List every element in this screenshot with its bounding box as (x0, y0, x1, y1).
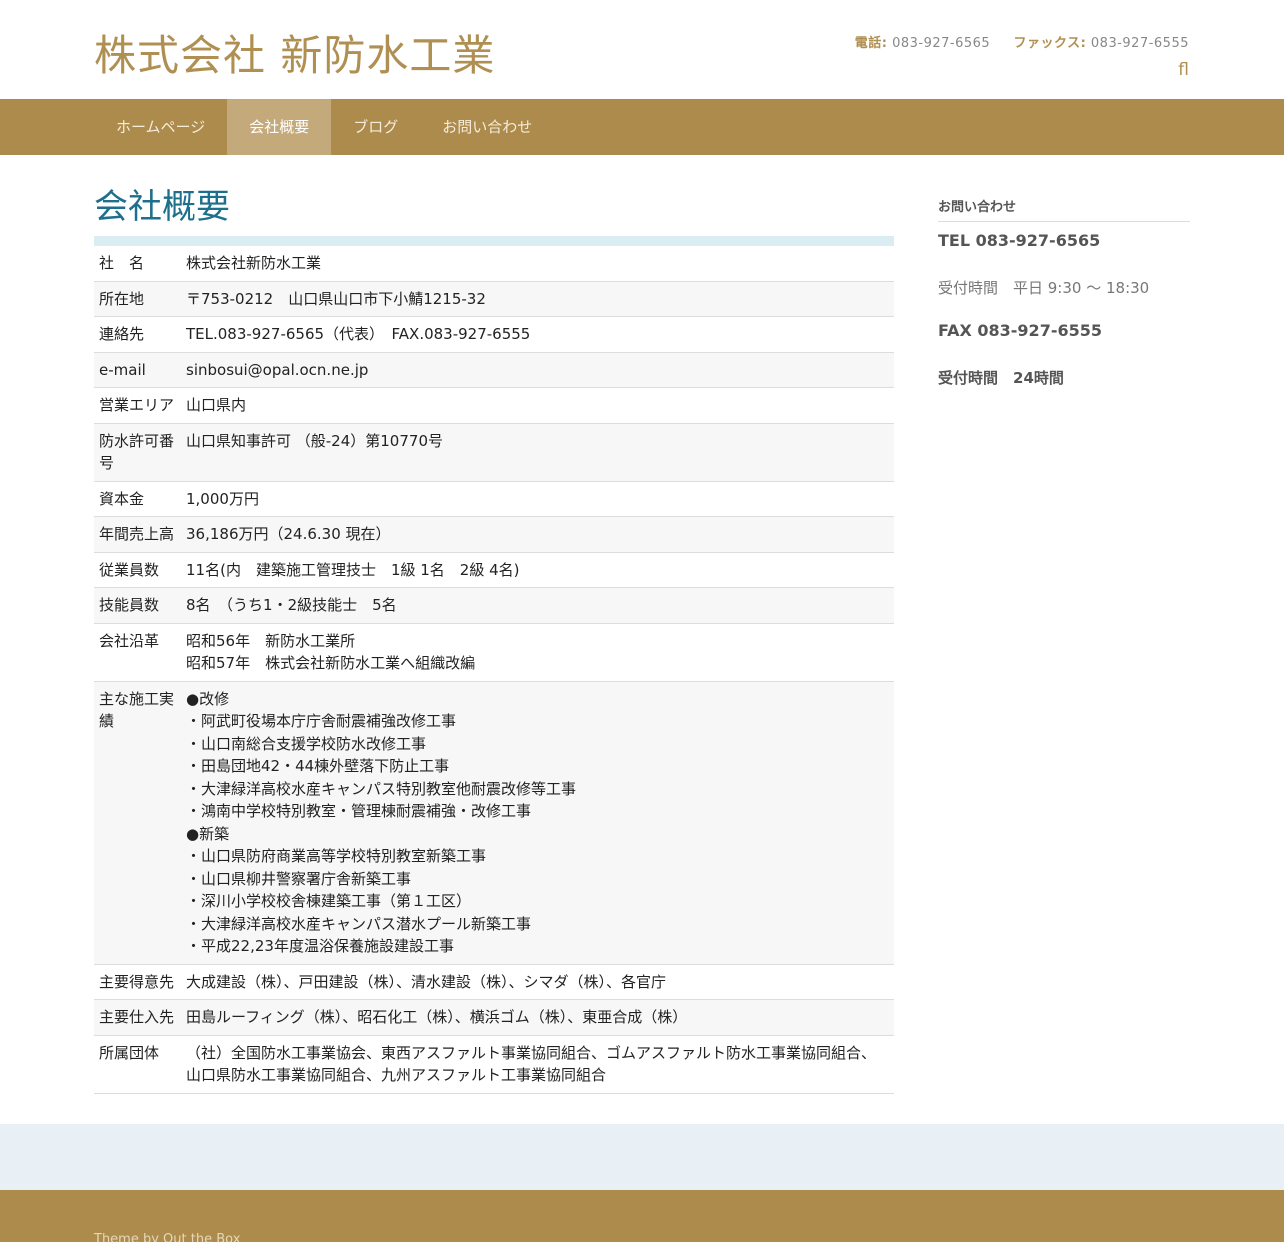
site-footer: Theme by Out the Box (0, 1190, 1284, 1242)
row-value-line: 山口県内 (186, 396, 247, 414)
row-value-line: ●新築 (186, 824, 230, 843)
row-value-line: ・平成22,23年度温浴保養施設建設工事 (186, 937, 454, 955)
row-value-line: 昭和56年 新防水工業所 (186, 631, 356, 650)
header-contact: 電話: 083-927-6565 ファックス: 083-927-6555 (855, 32, 1189, 51)
row-label: 所在地 (94, 281, 181, 317)
row-value: sinbosui@opal.ocn.ne.jp (181, 352, 894, 388)
row-value-line: ●改修 (186, 689, 230, 708)
row-value: 山口県内 (181, 387, 894, 424)
table-top-bar (94, 236, 894, 246)
page-title: 会社概要 (94, 187, 230, 227)
row-value-line: ・山口南総合支援学校防水改修工事 (186, 734, 427, 753)
sidebar-fax-hours: 受付時間 24時間 (938, 369, 1064, 387)
row-label: 営業エリア (94, 387, 181, 424)
row-value: 大成建設（株）、戸田建設（株）、清水建設（株）、シマダ（株）、各官庁 (181, 964, 894, 1000)
row-value: ●改修・阿武町役場本庁庁舎耐震補強改修工事 ・山口南総合支援学校防水改修工事・田島… (181, 681, 894, 965)
footer-widget-area (0, 1124, 1284, 1190)
nav-items: ホームページ 会社概要 ブログ お問い合わせ (94, 99, 554, 155)
table-row: e-mail sinbosui@opal.ocn.ne.jp (94, 352, 894, 388)
nav-item[interactable]: ホームページ (94, 99, 227, 155)
table-row: 資本金 1,000万円 (94, 481, 894, 517)
nav-item[interactable]: ブログ (331, 99, 420, 155)
row-value-line: 11名(内 建築施工管理技士 1級 1名 2級 4名) (186, 560, 520, 579)
row-label: 連絡先 (94, 316, 181, 353)
nav-item[interactable]: 会社概要 (227, 99, 332, 155)
table-row: 主な施工実績 ●改修 ・阿武町役場本庁庁舎耐震補強改修工事 ・山口南総合支援学校防水改… (94, 681, 894, 965)
row-value-line: （社）全国防水工事業協会、東西アスファルト事業協同組合、ゴムアスファルト防水工事… (186, 1043, 877, 1062)
row-value-line: 1,000万円 (186, 489, 259, 508)
row-value-line: ・田島団地42・44棟外壁落下防止工事 (186, 757, 450, 775)
row-label: 主要得意先 (94, 964, 181, 1000)
sidebar-fax: FAX 083-927-6555 (938, 321, 1102, 340)
row-label: 主要仕入先 (94, 999, 181, 1036)
sidebar-tel: TEL 083-927-6565 (938, 231, 1101, 250)
row-value: 36,186万円（24.6.30 現在） (181, 516, 894, 553)
row-label: 社 名 (94, 246, 181, 282)
company-info-table: 社 名株式会社新防水工業 所在地 〒753-0212 山口県山口市下小鯖1215-3… (94, 246, 894, 1094)
flickr-icon[interactable]: fl (1178, 60, 1189, 80)
row-value-line: 山口県知事許可 （般-24）第10770号 (186, 431, 443, 450)
site-title[interactable]: 株式会社 新防水工業 (94, 22, 495, 83)
row-value: 株式会社新防水工業 (181, 246, 894, 282)
site-header: 株式会社 新防水工業 電話: 083-927-6565 ファックス: 083-9… (0, 0, 1284, 99)
table-row: 技能員数 8名 （うち1・2級技能士 5名 (94, 587, 894, 624)
table-row: 営業エリア 山口県内 (94, 387, 894, 424)
row-value: 〒753-0212 山口県山口市下小鯖1215-32 (181, 281, 894, 317)
row-value-line: ・山口県防府商業高等学校特別教室新築工事 (186, 847, 487, 865)
row-value-line: 〒753-0212 山口県山口市下小鯖1215-32 (186, 289, 486, 308)
fax-label: ファックス: (1013, 36, 1087, 51)
row-value: （社）全国防水工事業協会、東西アスファルト事業協同組合、ゴムアスファルト防水工事… (181, 1035, 894, 1094)
phone-number[interactable]: 083-927-6565 (892, 36, 990, 51)
row-label: 資本金 (94, 481, 181, 517)
nav-item[interactable]: お問い合わせ (420, 99, 554, 155)
row-value-line: ・大津緑洋高校水産キャンパス特別教室他耐震改修等工事 (186, 779, 577, 798)
table-row: 主要得意先 大成建設（株）、戸田建設（株）、清水建設（株）、シマダ（株）、各官庁 (94, 964, 894, 1000)
row-value-line: ・鴻南中学校特別教室・管理棟耐震補強・改修工事 (186, 802, 532, 820)
row-value: 昭和56年 新防水工業所昭和57年 株式会社新防水工業へ組織改編 (181, 623, 894, 682)
row-value-line: 田島ルーフィング（株）、昭石化工（株）、横浜ゴム（株）、東亜合成（株） (186, 1008, 688, 1026)
table-row: 会社沿革 昭和56年 新防水工業所昭和57年 株式会社新防水工業へ組織改編 (94, 623, 894, 682)
row-value-line: 36,186万円（24.6.30 現在） (186, 525, 391, 543)
table-row: 連絡先 TEL.083-927-6565（代表） FAX.083-927-6555 (94, 316, 894, 353)
row-label: 所属団体 (94, 1035, 181, 1094)
row-value-line: ・大津緑洋高校水産キャンパス潜水プール新築工事 (186, 914, 532, 933)
row-label: 会社沿革 (94, 623, 181, 682)
row-value-line: ・深川小学校校舎棟建築工事（第１工区） (186, 892, 472, 910)
sidebar-heading: お問い合わせ (938, 196, 1190, 222)
fax-number: 083-927-6555 (1090, 36, 1189, 51)
table-row: 所属団体 （社）全国防水工事業協会、東西アスファルト事業協同組合、ゴムアスファルト… (94, 1035, 894, 1094)
table-row: 主要仕入先 田島ルーフィング（株）、昭石化工（株）、横浜ゴム（株）、東亜合成（株） (94, 999, 894, 1036)
row-value-line: 山口県防水工事業協同組合、九州アスファルト工事業協同組合 (186, 1066, 607, 1084)
row-value: TEL.083-927-6565（代表） FAX.083-927-6555 (181, 316, 894, 353)
row-label: 技能員数 (94, 587, 181, 624)
row-value: 11名(内 建築施工管理技士 1級 1名 2級 4名) (181, 552, 894, 588)
footer-credit[interactable]: Theme by Out the Box (94, 1232, 240, 1242)
row-value-line: 昭和57年 株式会社新防水工業へ組織改編 (186, 654, 476, 672)
row-label: 従業員数 (94, 552, 181, 588)
row-label: 主な施工実績 (94, 681, 181, 965)
table-row: 所在地 〒753-0212 山口県山口市下小鯖1215-32 (94, 281, 894, 317)
row-value-line: sinbosui@opal.ocn.ne.jp (186, 360, 369, 379)
row-value-line: 大成建設（株）、戸田建設（株）、清水建設（株）、シマダ（株）、各官庁 (186, 972, 667, 991)
row-value-line: TEL.083-927-6565（代表） FAX.083-927-6555 (186, 325, 531, 343)
row-value: 8名 （うち1・2級技能士 5名 (181, 587, 894, 624)
row-value: 田島ルーフィング（株）、昭石化工（株）、横浜ゴム（株）、東亜合成（株） (181, 999, 894, 1036)
main-nav: ホームページ 会社概要 ブログ お問い合わせ (0, 99, 1284, 155)
sidebar-hours: 受付時間 平日 9:30 〜 18:30 (938, 279, 1150, 297)
row-label: 防水許可番号 (94, 423, 181, 482)
row-value-line: ・阿武町役場本庁庁舎耐震補強改修工事 (186, 712, 457, 730)
row-label: e-mail (94, 352, 181, 388)
row-value-line: 株式会社新防水工業 (186, 254, 322, 272)
table-row: 年間売上高 36,186万円（24.6.30 現在） (94, 516, 894, 553)
row-value-line: 8名 （うち1・2級技能士 5名 (186, 596, 397, 614)
row-value: 山口県知事許可 （般-24）第10770号 (181, 423, 894, 482)
row-value-line: ・山口県柳井警察署庁舎新築工事 (186, 869, 412, 888)
row-value: 1,000万円 (181, 481, 894, 517)
table-row: 従業員数 11名(内 建築施工管理技士 1級 1名 2級 4名) (94, 552, 894, 588)
table-row: 防水許可番号 山口県知事許可 （般-24）第10770号 (94, 423, 894, 482)
phone-label: 電話: (854, 36, 888, 51)
row-label: 年間売上高 (94, 516, 181, 553)
table-row: 社 名株式会社新防水工業 (94, 246, 894, 282)
